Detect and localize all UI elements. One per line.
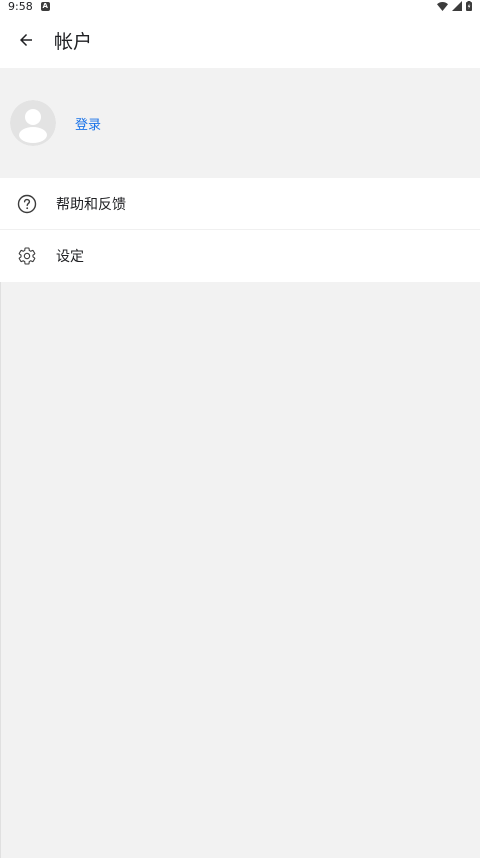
- signal-icon: [452, 1, 462, 11]
- wifi-icon: [437, 1, 448, 11]
- menu-item-help-feedback[interactable]: 帮助和反馈: [0, 178, 480, 230]
- notification-icon: A: [40, 1, 50, 11]
- menu-list: 帮助和反馈 设定: [0, 178, 480, 282]
- status-bar: 9:58 A: [0, 0, 480, 13]
- account-header: 登录: [0, 68, 480, 178]
- back-button[interactable]: [4, 18, 48, 62]
- status-time: 9:58: [8, 0, 33, 13]
- page-title: 帐户: [54, 30, 93, 53]
- app-bar: 帐户: [0, 12, 480, 68]
- help-circle-icon: [17, 194, 37, 214]
- menu-item-settings[interactable]: 设定: [0, 230, 480, 282]
- avatar[interactable]: [10, 100, 56, 146]
- gear-icon: [17, 246, 37, 266]
- person-icon: [10, 100, 56, 146]
- login-link[interactable]: 登录: [75, 114, 101, 133]
- arrow-back-icon: [20, 34, 32, 46]
- menu-item-label: 设定: [56, 249, 84, 265]
- battery-icon: [466, 1, 472, 11]
- menu-item-label: 帮助和反馈: [56, 196, 126, 213]
